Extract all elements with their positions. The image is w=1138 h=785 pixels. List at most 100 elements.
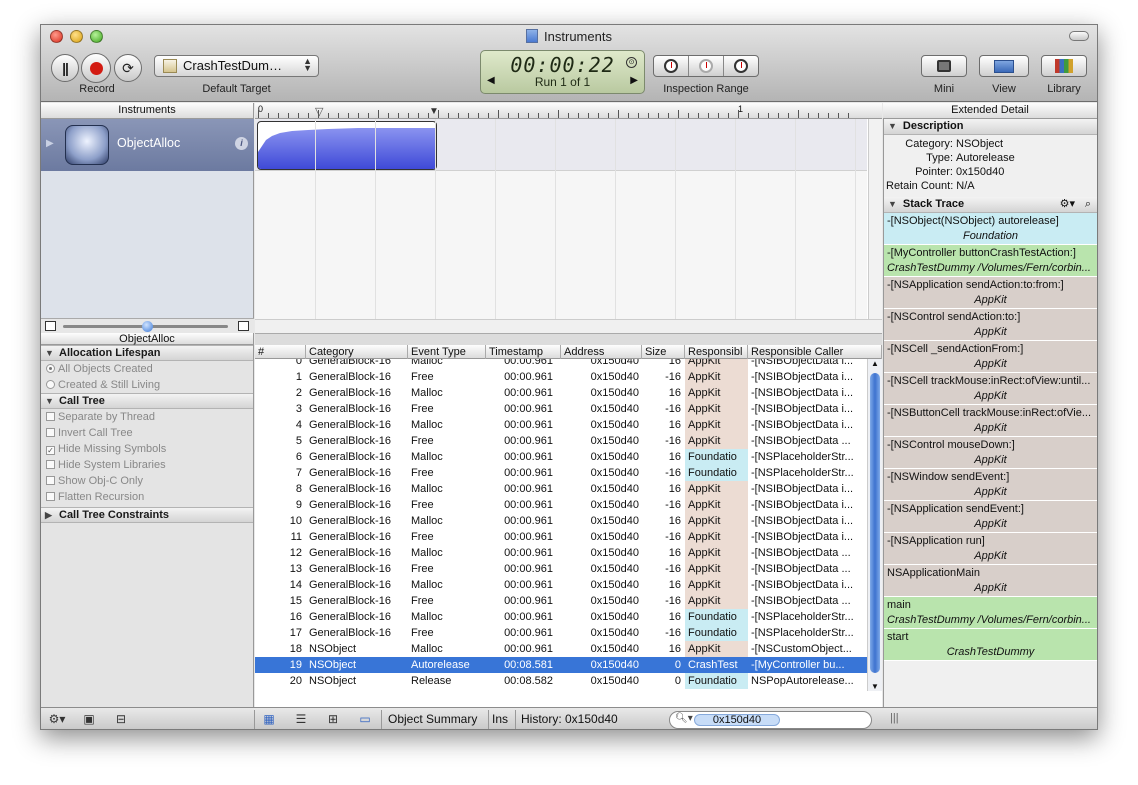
call-tree-constraints-section[interactable]: ▶ Call Tree Constraints	[41, 507, 253, 523]
all-objects-radio[interactable]: All Objects Created	[41, 361, 253, 377]
hide-missing-symbols-checkbox[interactable]: ✓ Hide Missing Symbols	[41, 441, 253, 457]
column-header-size[interactable]: Size	[642, 345, 685, 359]
show-objc-only-checkbox[interactable]: Show Obj-C Only	[41, 473, 253, 489]
table-row[interactable]: 12 GeneralBlock-16 Malloc 00:00.961 0x150d40…	[255, 545, 867, 561]
table-row[interactable]: 13 GeneralBlock-16 Free 00:00.961 0x150d40 -1…	[255, 561, 867, 577]
stack-frame[interactable]: -[NSApplication sendEvent:] AppKit	[884, 501, 1097, 533]
table-row[interactable]: 7 GeneralBlock-16 Free 00:00.961 0x150d40 -16…	[255, 465, 867, 481]
table-row[interactable]: 17 GeneralBlock-16 Free 00:00.961 0x150d40 -1…	[255, 625, 867, 641]
table-row[interactable]: 16 GeneralBlock-16 Malloc 00:00.961 0x150d40…	[255, 609, 867, 625]
column-header-event-type[interactable]: Event Type	[408, 345, 486, 359]
table-row[interactable]: 18 NSObject Malloc 00:00.961 0x150d40 16 AppKi…	[255, 641, 867, 657]
timeline-ruler[interactable]: 0 1 ▽ ▼	[255, 103, 882, 119]
table-view-icon[interactable]: ▦	[261, 712, 277, 726]
next-run-arrow-icon[interactable]: ▶	[630, 75, 638, 86]
resize-handle-icon[interactable]: |||	[890, 712, 899, 724]
target-selector[interactable]: CrashTestDum… ▲ ▼	[154, 55, 319, 77]
table-row[interactable]: 5 GeneralBlock-16 Free 00:00.961 0x150d40 -16…	[255, 433, 867, 449]
stack-frame[interactable]: -[NSCell trackMouse:inRect:ofView:until.…	[884, 373, 1097, 405]
stack-frame[interactable]: -[NSApplication run] AppKit	[884, 533, 1097, 565]
table-row[interactable]: 10 GeneralBlock-16 Malloc 00:00.961 0x150d40…	[255, 513, 867, 529]
loop-button[interactable]: ⟳	[114, 54, 142, 82]
table-row[interactable]: 8 GeneralBlock-16 Malloc 00:00.961 0x150d40 1…	[255, 481, 867, 497]
breadcrumb-object-summary[interactable]: Object Summary	[388, 712, 477, 726]
search-icon[interactable]: 🔍︎▾	[675, 713, 693, 724]
table-row[interactable]: 14 GeneralBlock-16 Malloc 00:00.961 0x150d40…	[255, 577, 867, 593]
table-row[interactable]: 15 GeneralBlock-16 Free 00:00.961 0x150d40 -1…	[255, 593, 867, 609]
library-button[interactable]	[1041, 55, 1087, 77]
search-icon[interactable]: ⌕	[1085, 197, 1091, 212]
range-clear-button[interactable]	[689, 56, 724, 76]
range-end-button[interactable]	[724, 56, 758, 76]
stack-frame[interactable]: -[NSApplication sendAction:to:from:] AppK…	[884, 277, 1097, 309]
column-header-responsible-library[interactable]: Responsibl	[685, 345, 748, 359]
table-scroll-thumb[interactable]	[870, 373, 880, 673]
table-row[interactable]: 4 GeneralBlock-16 Malloc 00:00.961 0x150d40 1…	[255, 417, 867, 433]
scroll-up-arrow-icon[interactable]: ▲	[871, 359, 879, 368]
invert-call-tree-checkbox[interactable]: Invert Call Tree	[41, 425, 253, 441]
search-field[interactable]: 🔍︎▾ 0x150d40	[669, 711, 872, 729]
stack-frame[interactable]: -[NSCell _sendActionFrom:] AppKit	[884, 341, 1097, 373]
mini-button[interactable]	[921, 55, 967, 77]
info-icon[interactable]: i	[235, 137, 248, 150]
table-row[interactable]: 0 GeneralBlock-16 Malloc 00:00.961 0x150d40 1…	[255, 359, 867, 369]
table-row[interactable]: 6 GeneralBlock-16 Malloc 00:00.961 0x150d40 1…	[255, 449, 867, 465]
breadcrumb-instance[interactable]: Ins	[492, 712, 508, 726]
detail-toggle-icon[interactable]: ⊟	[113, 712, 129, 726]
table-row[interactable]: 1 GeneralBlock-16 Free 00:00.961 0x150d40 -16…	[255, 369, 867, 385]
column-header-category[interactable]: Category	[306, 345, 408, 359]
table-row[interactable]: 3 GeneralBlock-16 Free 00:00.961 0x150d40 -16…	[255, 401, 867, 417]
stack-frame[interactable]: -[NSObject(NSObject) autorelease] Foundat…	[884, 213, 1097, 245]
table-row[interactable]: 20 NSObject Release 00:08.582 0x150d40 0 Found…	[255, 673, 867, 689]
pause-button[interactable]: ||	[51, 54, 79, 82]
stack-frame[interactable]: -[NSControl mouseDown:] AppKit	[884, 437, 1097, 469]
table-row[interactable]: 2 GeneralBlock-16 Malloc 00:00.961 0x150d40 1…	[255, 385, 867, 401]
instrument-row-objectalloc[interactable]: ▶ ObjectAlloc i	[41, 119, 254, 171]
zoom-slider-knob[interactable]	[142, 321, 153, 332]
track-vertical-scrollbar[interactable]	[868, 119, 882, 319]
range-start-button[interactable]	[654, 56, 689, 76]
created-living-radio[interactable]: Created & Still Living	[41, 377, 253, 393]
gear-icon[interactable]: ⚙▾	[1060, 197, 1075, 212]
zoom-out-icon[interactable]	[45, 321, 56, 331]
snapshot-icon[interactable]: ▣	[81, 712, 97, 726]
separate-thread-checkbox[interactable]: Separate by Thread	[41, 409, 253, 425]
column-header-address[interactable]: Address	[561, 345, 642, 359]
stack-trace-section[interactable]: ▼ Stack Trace ⚙▾ ⌕	[884, 197, 1097, 213]
stack-frame[interactable]: -[NSControl sendAction:to:] AppKit	[884, 309, 1097, 341]
outline-view-icon[interactable]: ☰	[293, 712, 309, 726]
disclosure-triangle-icon[interactable]: ▶	[46, 138, 54, 149]
track-horizontal-scrollbar[interactable]	[255, 319, 882, 333]
diagram-view-icon[interactable]: ⊞	[325, 712, 341, 726]
hide-system-libraries-checkbox[interactable]: Hide System Libraries	[41, 457, 253, 473]
stack-frame[interactable]: start CrashTestDummy	[884, 629, 1097, 661]
table-row[interactable]: 19 NSObject Autorelease 00:08.581 0x150d40 0 C…	[255, 657, 867, 673]
stack-frame[interactable]: -[MyController buttonCrashTestAction:] Cr…	[884, 245, 1097, 277]
inspection-start-marker-icon[interactable]: ▽	[315, 105, 323, 118]
stack-frame[interactable]: -[NSWindow sendEvent:] AppKit	[884, 469, 1097, 501]
table-row[interactable]: 11 GeneralBlock-16 Free 00:00.961 0x150d40 -1…	[255, 529, 867, 545]
record-button[interactable]	[81, 53, 111, 83]
flatten-recursion-checkbox[interactable]: Flatten Recursion	[41, 489, 253, 505]
column-header-index[interactable]: #	[255, 345, 306, 359]
scroll-down-arrow-icon[interactable]: ▼	[871, 682, 879, 691]
search-token[interactable]: 0x150d40	[694, 714, 780, 726]
stack-frame[interactable]: main CrashTestDummy /Volumes/Fern/corbin.…	[884, 597, 1097, 629]
breadcrumb-history[interactable]: History: 0x150d40	[521, 712, 618, 726]
allocation-lifespan-section[interactable]: ▼ Allocation Lifespan	[41, 345, 253, 361]
toolbar-toggle-button[interactable]	[1069, 31, 1089, 41]
column-header-timestamp[interactable]: Timestamp	[486, 345, 561, 359]
call-tree-section[interactable]: ▼ Call Tree	[41, 393, 253, 409]
view-button[interactable]	[979, 55, 1029, 77]
table-vertical-scrollbar[interactable]: ▲ ▼	[867, 359, 882, 691]
previous-run-arrow-icon[interactable]: ◀	[487, 75, 495, 86]
stack-frame[interactable]: NSApplicationMain AppKit	[884, 565, 1097, 597]
zoom-in-icon[interactable]	[238, 321, 249, 331]
clock-icon[interactable]: ⊙	[626, 57, 637, 68]
split-view-divider[interactable]	[255, 333, 882, 345]
detail-pane-icon[interactable]: ▭	[357, 712, 373, 726]
stack-frame[interactable]: -[NSButtonCell trackMouse:inRect:ofVie..…	[884, 405, 1097, 437]
allocation-graph[interactable]	[257, 121, 437, 170]
column-header-responsible-caller[interactable]: Responsible Caller	[748, 345, 882, 359]
table-row[interactable]: 9 GeneralBlock-16 Free 00:00.961 0x150d40 -16…	[255, 497, 867, 513]
